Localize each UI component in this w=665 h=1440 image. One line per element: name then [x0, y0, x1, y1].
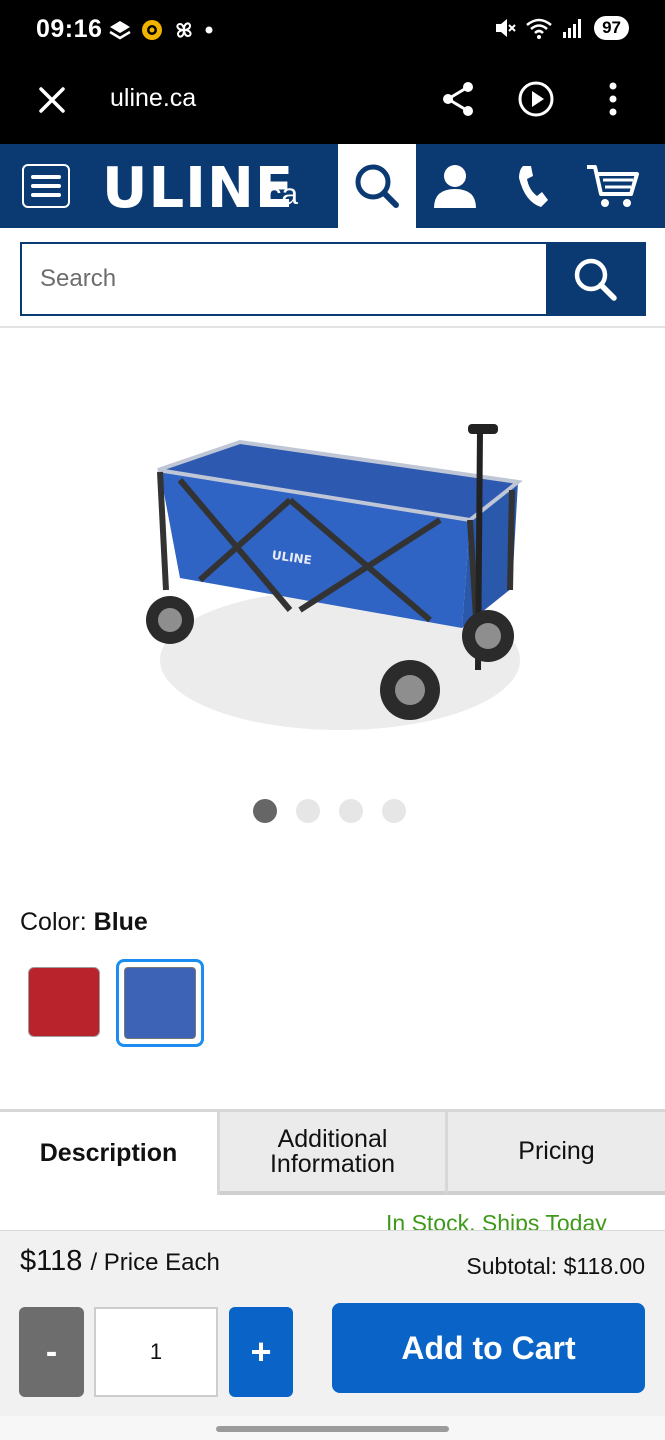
signal-icon	[563, 19, 582, 38]
close-icon[interactable]	[36, 84, 68, 116]
more-vertical-icon[interactable]	[600, 80, 626, 118]
fan-icon	[176, 22, 192, 38]
dot-icon	[205, 26, 213, 34]
color-label-text: Color:	[20, 908, 87, 936]
search-icon	[355, 164, 399, 208]
carousel-dot[interactable]	[253, 799, 277, 823]
add-to-cart-button[interactable]: Add to Cart	[332, 1303, 645, 1393]
site-header: ULINE .ca	[0, 144, 665, 228]
price-unit: / Price Each	[90, 1249, 220, 1276]
color-swatch-blue[interactable]	[116, 959, 204, 1047]
quantity-decrease-button[interactable]: -	[19, 1307, 84, 1397]
tab-pricing-label: Pricing	[518, 1137, 595, 1165]
color-swatch-red[interactable]	[28, 967, 100, 1037]
status-icons-left	[108, 18, 214, 42]
battery-level: 97	[594, 16, 629, 40]
price-value: $118	[20, 1245, 83, 1277]
status-icons-right: 97	[494, 16, 629, 40]
color-selected-value: Blue	[93, 908, 148, 936]
browser-toolbar: uline.ca	[0, 62, 665, 144]
share-icon[interactable]	[440, 80, 476, 118]
mute-icon	[496, 19, 516, 37]
account-icon[interactable]	[430, 162, 480, 210]
image-carousel-dots	[253, 799, 406, 823]
quantity-input[interactable]: 1	[94, 1307, 218, 1397]
phone-icon[interactable]	[515, 162, 549, 210]
carousel-dot[interactable]	[339, 799, 363, 823]
tab-pricing[interactable]: Pricing	[445, 1109, 665, 1195]
search-input[interactable]	[22, 244, 548, 314]
purchase-panel: $118 / Price Each Subtotal: $118.00 - 1 …	[0, 1230, 665, 1416]
status-time: 09:16	[36, 15, 103, 43]
tab-description[interactable]: Description	[0, 1109, 220, 1195]
soccer-ball-icon	[142, 20, 162, 40]
color-swatch-blue-fill	[124, 967, 196, 1039]
tab-additional-label-line2: Information	[269, 1149, 396, 1178]
product-tabs: Description Additional Information Prici…	[0, 1109, 665, 1195]
carousel-dot[interactable]	[296, 799, 320, 823]
tab-additional-information[interactable]: Additional Information	[220, 1109, 445, 1195]
search-bar	[20, 242, 646, 316]
notification-stack-icon	[109, 21, 131, 40]
menu-icon[interactable]	[22, 164, 70, 208]
tab-additional-label-line1: Additional	[277, 1124, 388, 1153]
wifi-icon	[526, 18, 552, 39]
cart-icon[interactable]	[585, 162, 641, 210]
browser-url[interactable]: uline.ca	[110, 84, 196, 113]
search-icon	[574, 258, 617, 301]
search-submit-button[interactable]	[546, 244, 644, 314]
divider	[0, 326, 665, 328]
gesture-bar	[0, 1416, 665, 1440]
color-label: Color: Blue	[20, 908, 148, 937]
header-search-button[interactable]	[338, 144, 416, 228]
carousel-dot[interactable]	[382, 799, 406, 823]
subtotal: Subtotal: $118.00	[466, 1253, 645, 1279]
stock-status: In Stock, Ships Today	[386, 1210, 607, 1230]
tab-description-label: Description	[39, 1139, 178, 1167]
price: $118 / Price Each	[20, 1245, 220, 1278]
play-icon[interactable]	[517, 80, 555, 118]
status-bar: 09:16 97	[0, 0, 665, 62]
home-indicator[interactable]	[216, 1426, 449, 1432]
product-image[interactable]: ULINE	[140, 410, 530, 750]
logo-suffix: .ca	[258, 178, 299, 211]
app-root: 09:16 97 uline.ca ULINE .ca Search ULINE…	[0, 0, 665, 1440]
quantity-increase-button[interactable]: +	[229, 1307, 293, 1397]
